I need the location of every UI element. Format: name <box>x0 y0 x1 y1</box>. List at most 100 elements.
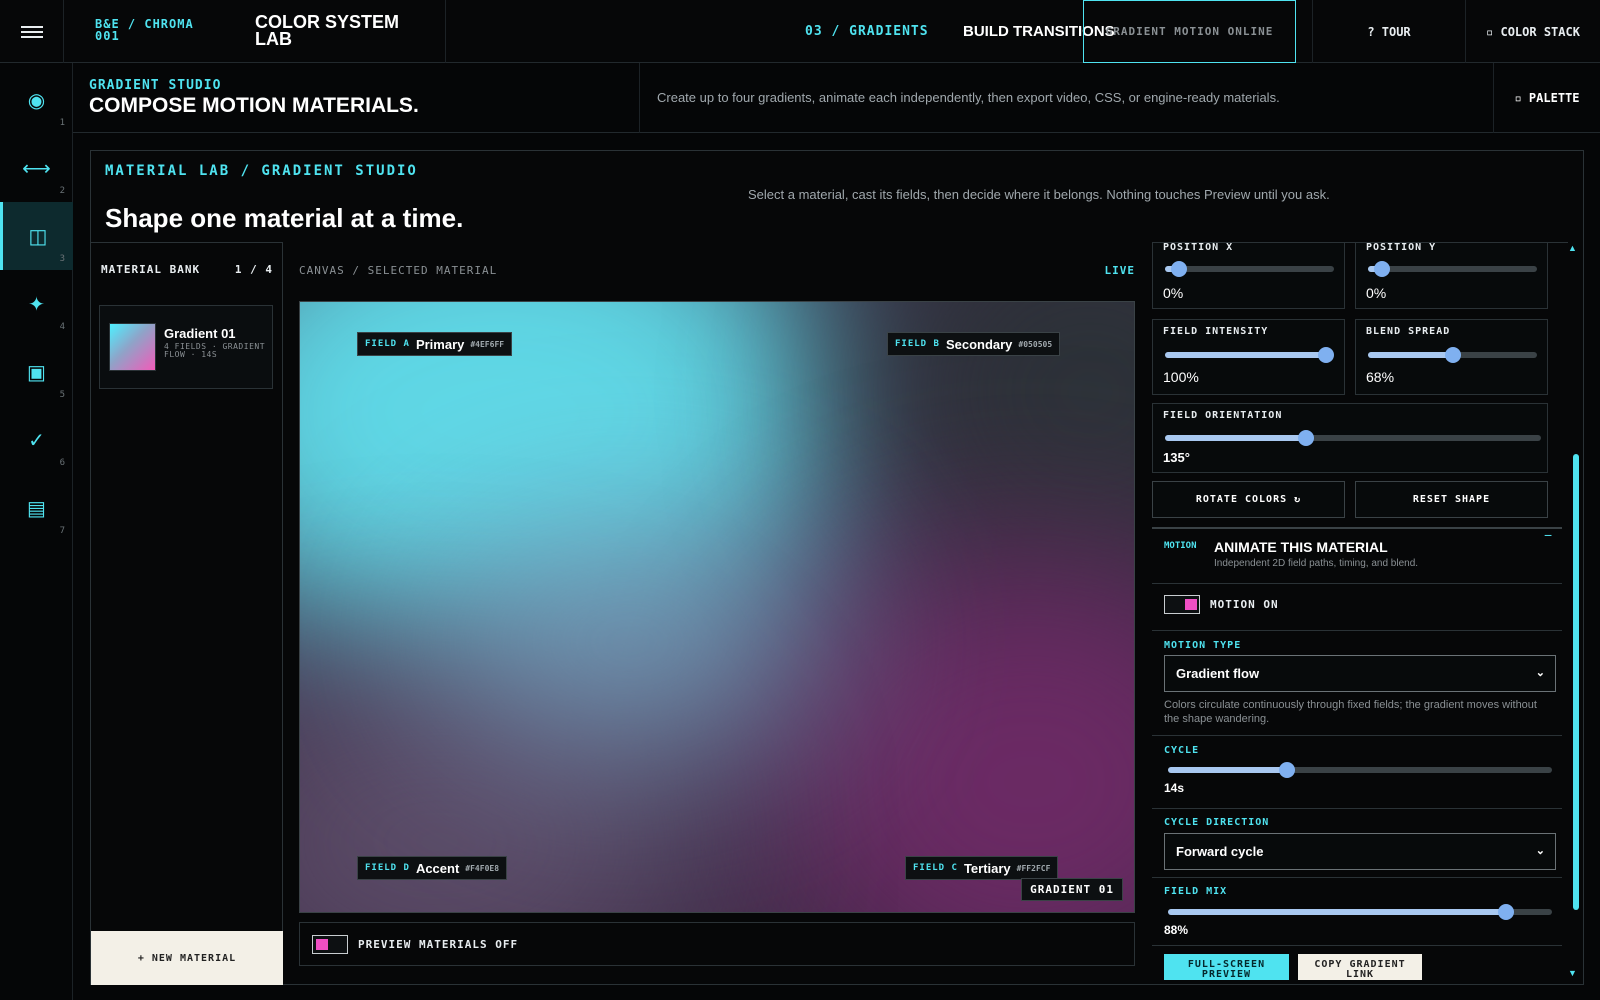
studio-title: COMPOSE MOTION MATERIALS. <box>89 94 419 117</box>
field-mix-slider[interactable] <box>1168 904 1552 920</box>
material-card[interactable]: Gradient 01 4 FIELDS · GRADIENT FLOW · 1… <box>99 305 273 389</box>
chevron-down-icon: ⌄ <box>1535 667 1545 679</box>
material-swatch <box>109 323 156 371</box>
top-bar: B&E / CHROMA 001 COLOR SYSTEM LAB 03 / G… <box>0 0 1600 63</box>
palette-button[interactable]: ▫ PALETTE <box>1493 63 1600 133</box>
square-icon: ▣ <box>27 361 46 384</box>
field-d-tag[interactable]: FIELD D Accent #F4F0E8 <box>357 856 508 880</box>
field-intensity-slider[interactable] <box>1165 347 1334 363</box>
control-label: FIELD ORIENTATION <box>1163 410 1283 421</box>
preview-label: PREVIEW MATERIALS OFF <box>358 937 519 951</box>
divider <box>1152 877 1562 878</box>
left-rail: ◉ 1 ⟷ 2 ◫ 3 ✦ 4 ▣ 5 ✓ 6 ▤ 7 <box>0 63 73 1000</box>
rail-item-4[interactable]: ✦ 4 <box>0 270 73 338</box>
scroll-up-icon[interactable]: ▲ <box>1568 243 1577 253</box>
position-y-slider[interactable] <box>1368 261 1537 277</box>
canvas-header: CANVAS / SELECTED MATERIAL LIVE <box>299 264 1135 277</box>
toggle-switch[interactable] <box>312 934 348 954</box>
cycle-direction-label: CYCLE DIRECTION <box>1164 817 1270 828</box>
motion-type-select[interactable]: Gradient flow ⌄ <box>1164 655 1556 692</box>
rail-item-5[interactable]: ▣ 5 <box>0 338 73 406</box>
rail-item-number: 3 <box>59 254 65 264</box>
motion-toggle[interactable]: MOTION ON <box>1164 595 1279 614</box>
toggle-knob <box>1185 599 1197 610</box>
motion-title: ANIMATE THIS MATERIAL <box>1214 539 1388 555</box>
reset-shape-button[interactable]: RESET SHAPE <box>1355 481 1548 518</box>
rail-item-6[interactable]: ✓ 6 <box>0 406 73 474</box>
divider <box>1152 527 1562 529</box>
cycle-slider[interactable] <box>1168 762 1552 778</box>
divider <box>1152 583 1562 584</box>
blend-spread-slider[interactable] <box>1368 347 1537 363</box>
field-orientation-control: FIELD ORIENTATION 135° <box>1152 403 1548 473</box>
arrows-horizontal-icon: ⟷ <box>22 157 51 180</box>
divider <box>445 0 446 63</box>
full-screen-preview-button[interactable]: FULL-SCREEN PREVIEW <box>1164 954 1289 980</box>
material-bank: MATERIAL BANK 1 / 4 Gradient 01 4 FIELDS… <box>91 242 283 985</box>
rail-item-3[interactable]: ◫ 3 <box>0 202 73 270</box>
sparkle-icon: ✦ <box>28 293 45 316</box>
target-icon: ◉ <box>27 89 46 112</box>
canvas-label: CANVAS / SELECTED MATERIAL <box>299 264 498 277</box>
panel-title: Shape one material at a time. <box>105 203 464 233</box>
rail-item-number: 5 <box>59 390 65 400</box>
divider <box>639 63 640 133</box>
cycle-direction-value: Forward cycle <box>1176 844 1264 859</box>
control-label: POSITION X <box>1163 242 1234 253</box>
bank-title: MATERIAL BANK <box>101 263 201 276</box>
divider <box>1152 808 1562 809</box>
divider <box>1152 630 1562 631</box>
rail-item-1[interactable]: ◉ 1 <box>0 66 73 134</box>
rail-item-number: 6 <box>59 458 65 468</box>
cycle-direction-select[interactable]: Forward cycle ⌄ <box>1164 833 1556 870</box>
rail-item-7[interactable]: ▤ 7 <box>0 474 73 542</box>
scrollbar-thumb[interactable] <box>1573 454 1579 910</box>
control-label: BLEND SPREAD <box>1366 326 1451 337</box>
preview-materials-toggle[interactable]: PREVIEW MATERIALS OFF <box>299 922 1135 966</box>
field-a-tag[interactable]: FIELD A Primary #4EF6FF <box>357 332 513 356</box>
control-value: 0% <box>1163 285 1184 301</box>
material-card-meta: 4 FIELDS · GRADIENT FLOW · 14S <box>164 342 266 359</box>
control-value: 100% <box>1163 369 1199 385</box>
rail-item-2[interactable]: ⟷ 2 <box>0 134 73 202</box>
position-x-slider[interactable] <box>1165 261 1334 277</box>
position-y-control: POSITION Y 0% <box>1355 242 1548 309</box>
toggle-switch[interactable] <box>1164 595 1200 614</box>
gradient-canvas[interactable]: FIELD A Primary #4EF6FF FIELD B Secondar… <box>299 301 1135 913</box>
studio-description: Create up to four gradients, animate eac… <box>657 90 1280 105</box>
rail-item-number: 7 <box>59 526 65 536</box>
collapse-icon[interactable]: − <box>1544 527 1552 543</box>
menu-icon[interactable] <box>0 0 64 63</box>
field-mix-label: FIELD MIX <box>1164 886 1228 897</box>
live-indicator: LIVE <box>1104 264 1135 277</box>
motion-type-label: MOTION TYPE <box>1164 640 1242 651</box>
scroll-down-icon[interactable]: ▼ <box>1568 968 1577 978</box>
field-c-tag[interactable]: FIELD C Tertiary #FF2FCF <box>905 856 1059 880</box>
motion-type-help: Colors circulate continuously through fi… <box>1164 699 1537 725</box>
control-label: POSITION Y <box>1366 242 1437 253</box>
cycle-label: CYCLE <box>1164 745 1200 756</box>
color-stack-button[interactable]: ▫ COLOR STACK <box>1465 0 1600 63</box>
new-material-button[interactable]: + NEW MATERIAL <box>91 931 283 985</box>
motion-subtitle: Independent 2D field paths, timing, and … <box>1214 558 1419 569</box>
bank-count: 1 / 4 <box>234 263 273 276</box>
bank-header: MATERIAL BANK 1 / 4 <box>101 263 273 276</box>
field-b-tag[interactable]: FIELD B Secondary #050505 <box>887 332 1061 356</box>
field-hex: #4EF6FF <box>470 339 505 349</box>
studio-kicker: GRADIENT STUDIO <box>89 78 222 93</box>
rail-item-number: 2 <box>59 186 65 196</box>
rail-item-number: 1 <box>59 118 65 128</box>
divider <box>1152 735 1562 736</box>
field-orientation-slider[interactable] <box>1165 430 1541 446</box>
motion-tag: MOTION <box>1164 541 1197 551</box>
panel-kicker: MATERIAL LAB / GRADIENT STUDIO <box>105 163 418 179</box>
rotate-colors-button[interactable]: ROTATE COLORS ↻ <box>1152 481 1345 518</box>
field-letter: FIELD A <box>365 339 410 349</box>
center-glow <box>420 522 840 762</box>
tour-button[interactable]: ? TOUR <box>1312 0 1465 63</box>
blend-spread-control: BLEND SPREAD 68% <box>1355 319 1548 395</box>
field-intensity-control: FIELD INTENSITY 100% <box>1152 319 1345 395</box>
cycle-value: 14s <box>1164 781 1185 795</box>
field-letter: FIELD D <box>365 863 410 873</box>
copy-gradient-link-button[interactable]: COPY GRADIENT LINK <box>1298 954 1422 980</box>
